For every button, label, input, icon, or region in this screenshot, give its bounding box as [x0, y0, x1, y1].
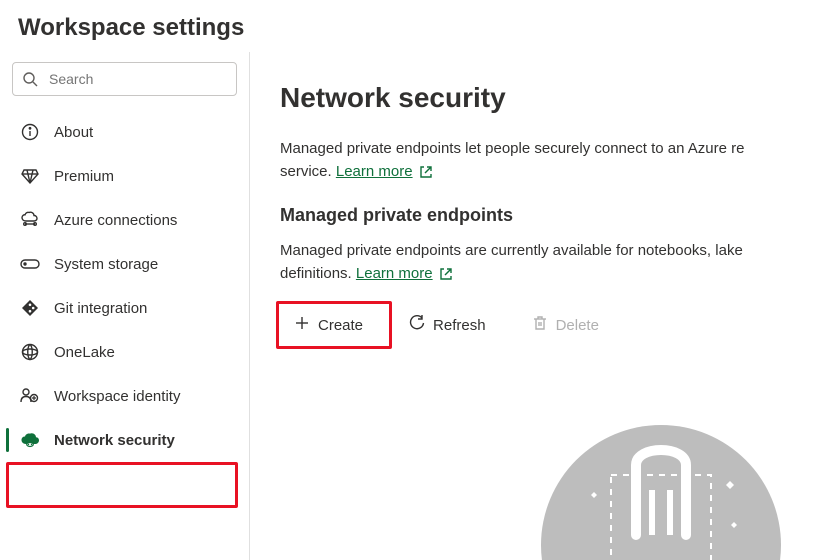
main-content: Network security Managed private endpoin…	[250, 52, 821, 560]
sidebar-item-label: Workspace identity	[54, 388, 180, 405]
search-field-wrap	[12, 62, 237, 96]
empty-state-illustration	[531, 415, 791, 560]
sidebar-item-label: Premium	[54, 168, 114, 185]
section-heading: Managed private endpoints	[280, 205, 821, 226]
sidebar-item-label: Git integration	[54, 300, 147, 317]
identity-icon	[20, 386, 40, 406]
storage-icon	[20, 254, 40, 274]
intro-text: Managed private endpoints let people sec…	[280, 138, 821, 183]
intro-line2: service.	[280, 163, 336, 180]
section-desc: Managed private endpoints are currently …	[280, 240, 821, 285]
sidebar: About Premium Azure connections System s…	[0, 52, 250, 560]
onelake-icon	[20, 342, 40, 362]
git-icon	[20, 298, 40, 318]
trash-icon	[532, 315, 548, 335]
toolbar: Create Refresh Delete	[280, 307, 821, 343]
learn-more-text: Learn more	[356, 263, 433, 286]
plus-icon	[294, 315, 310, 335]
main-heading: Network security	[280, 82, 821, 114]
create-label: Create	[318, 317, 363, 334]
sidebar-item-git-integration[interactable]: Git integration	[0, 286, 249, 330]
learn-more-text: Learn more	[336, 161, 413, 184]
info-icon	[20, 122, 40, 142]
cloud-connection-icon	[20, 210, 40, 230]
sidebar-item-label: OneLake	[54, 344, 115, 361]
sidebar-item-label: System storage	[54, 256, 158, 273]
sidebar-item-network-security[interactable]: Network security	[0, 418, 249, 462]
desc-line1: Managed private endpoints are currently …	[280, 242, 743, 259]
diamond-icon	[20, 166, 40, 186]
sidebar-item-workspace-identity[interactable]: Workspace identity	[0, 374, 249, 418]
sidebar-item-system-storage[interactable]: System storage	[0, 242, 249, 286]
cloud-lock-icon	[20, 430, 40, 450]
sidebar-item-about[interactable]: About	[0, 110, 249, 154]
sidebar-nav: About Premium Azure connections System s…	[0, 110, 249, 462]
intro-line1: Managed private endpoints let people sec…	[280, 140, 744, 157]
page-title: Workspace settings	[0, 0, 821, 52]
refresh-label: Refresh	[433, 317, 486, 334]
learn-more-link-2[interactable]: Learn more	[356, 263, 453, 286]
sidebar-item-label: Azure connections	[54, 212, 177, 229]
sidebar-item-label: About	[54, 124, 93, 141]
external-link-icon	[419, 165, 433, 179]
desc-line2: definitions.	[280, 265, 356, 282]
delete-label: Delete	[556, 317, 599, 334]
external-link-icon	[439, 267, 453, 281]
sidebar-item-label: Network security	[54, 432, 175, 449]
sidebar-item-premium[interactable]: Premium	[0, 154, 249, 198]
create-button[interactable]: Create	[280, 307, 377, 343]
delete-button: Delete	[518, 307, 613, 343]
refresh-button[interactable]: Refresh	[395, 307, 500, 343]
sidebar-item-azure-connections[interactable]: Azure connections	[0, 198, 249, 242]
refresh-icon	[409, 315, 425, 335]
sidebar-item-onelake[interactable]: OneLake	[0, 330, 249, 374]
search-input[interactable]	[12, 62, 237, 96]
learn-more-link-1[interactable]: Learn more	[336, 161, 433, 184]
search-icon	[22, 71, 38, 87]
